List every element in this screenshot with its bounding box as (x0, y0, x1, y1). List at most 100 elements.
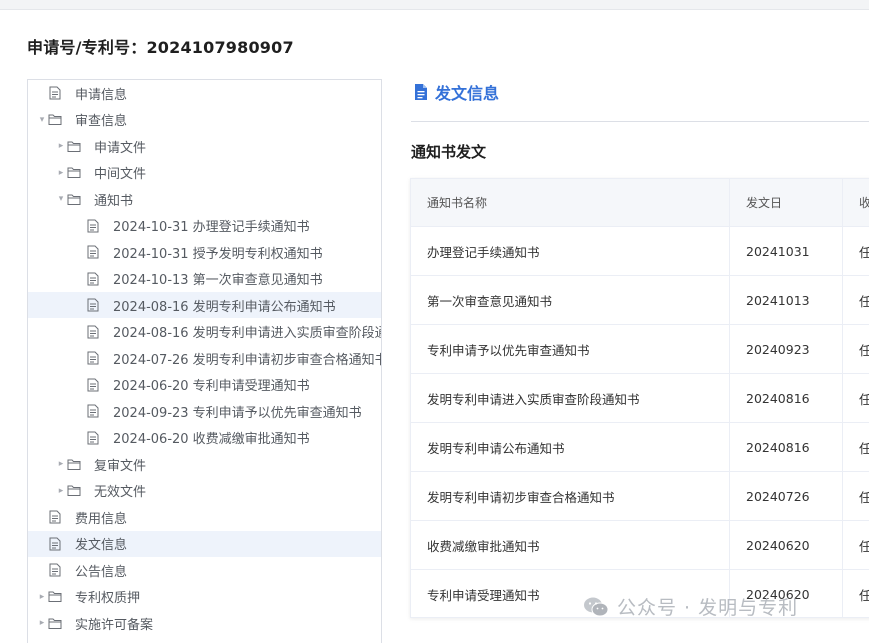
top-strip (0, 0, 869, 10)
page-title: 申请号/专利号：2024107980907 (27, 38, 294, 57)
tree-node-label: 公告信息 (75, 564, 128, 580)
tree-node[interactable]: ▸ 申请文件 (28, 133, 381, 159)
tree-node[interactable]: 2024-10-31 授予发明专利权通知书 (28, 239, 381, 265)
caret-down-icon[interactable]: ▾ (36, 115, 48, 125)
folder-icon (67, 484, 81, 498)
tree-node-label: 2024-10-31 授予发明专利权通知书 (113, 246, 323, 262)
tree-node[interactable]: 费用信息 (28, 504, 381, 530)
tree-node[interactable]: 2024-10-13 第一次审查意见通知书 (28, 266, 381, 292)
tree-node[interactable]: 2024-08-16 发明专利申请公布通知书 (28, 292, 381, 318)
watermark-text: 公众号 · 发明与专利 (617, 597, 799, 619)
issue-date-cell: 20240726 (730, 472, 843, 520)
tree-node[interactable]: 2024-07-26 发明专利申请初步审查合格通知书 (28, 345, 381, 371)
folder-icon (67, 139, 81, 153)
tree-node-label: 2024-10-31 办理登记手续通知书 (113, 220, 310, 235)
tree-node[interactable]: ▸ 专利权质押 (28, 584, 381, 610)
issue-date-cell: 20240620 (730, 521, 843, 569)
tree-node[interactable]: ▾ 审查信息 (28, 107, 381, 133)
tree-node-label: 申请文件 (94, 140, 147, 156)
recipient-cell: 任 (843, 570, 869, 617)
caret-right-icon[interactable]: ▸ (55, 168, 67, 178)
section-title: 发文信息 (435, 84, 500, 103)
folder-icon (48, 616, 62, 630)
tree-node[interactable]: 2024-10-31 办理登记手续通知书 (28, 213, 381, 239)
issue-date-cell: 20240923 (730, 325, 843, 373)
notice-name-cell: 收费减缴审批通知书 (411, 521, 730, 569)
tree-node[interactable]: 2024-06-20 专利申请受理通知书 (28, 372, 381, 398)
wechat-icon (583, 596, 609, 618)
file-icon (86, 219, 100, 233)
tree-node-label: 费用信息 (75, 511, 128, 527)
tree-node[interactable]: ▾ 通知书 (28, 186, 381, 212)
folder-icon (48, 113, 62, 127)
tree-node[interactable]: ▸ 复审文件 (28, 451, 381, 477)
table-row[interactable]: 收费减缴审批通知书20240620任 (411, 521, 869, 570)
caret-right-icon[interactable]: ▸ (55, 486, 67, 496)
column-header[interactable]: 通知书名称 (411, 179, 730, 226)
issue-date-cell: 20241031 (730, 227, 843, 275)
recipient-cell: 任 (843, 227, 869, 275)
notice-name-cell: 发明专利申请初步审查合格通知书 (411, 472, 730, 520)
issue-date-cell: 20240816 (730, 423, 843, 471)
tree-node[interactable]: 发文信息 (28, 530, 381, 557)
recipient-cell: 任 (843, 423, 869, 471)
tree-node[interactable]: 公告信息 (28, 557, 381, 583)
navigation-tree: 申请信息 ▾ 审查信息 ▸ 申请文件 ▸ 中间文件 ▾ 通知书 2024-10-31 办理登记手续… (27, 79, 382, 643)
tree-node[interactable]: 2024-08-16 发明专利申请进入实质审查阶段通知书 (28, 319, 381, 345)
file-icon (48, 563, 62, 577)
tree-node[interactable]: ▸ 无效文件 (28, 478, 381, 504)
caret-right-icon[interactable]: ▸ (36, 618, 48, 628)
file-icon (86, 431, 100, 445)
tree-node[interactable]: 2024-09-23 专利申请予以优先审查通知书 (28, 398, 381, 424)
file-icon (86, 272, 100, 286)
issue-date-cell: 20241013 (730, 276, 843, 324)
caret-right-icon[interactable]: ▸ (55, 459, 67, 469)
table-row[interactable]: 第一次审查意见通知书20241013任 (411, 276, 869, 325)
tree-node-label: 通知书 (94, 193, 134, 209)
table-row[interactable]: 办理登记手续通知书20241031任 (411, 227, 869, 276)
table-row[interactable]: 发明专利申请初步审查合格通知书20240726任 (411, 472, 869, 521)
table-row[interactable]: 发明专利申请公布通知书20240816任 (411, 423, 869, 472)
tree-node-label: 中间文件 (94, 167, 147, 182)
tree-node-label: 2024-08-16 发明专利申请进入实质审查阶段通知书 (113, 326, 381, 341)
tree-node-label: 审查信息 (75, 114, 128, 129)
notice-name-cell: 第一次审查意见通知书 (411, 276, 730, 324)
caret-down-icon[interactable]: ▾ (55, 194, 67, 204)
file-icon (48, 86, 62, 100)
table-row[interactable]: 发明专利申请进入实质审查阶段通知书20240816任 (411, 374, 869, 423)
tree-node-label: 2024-08-16 发明专利申请公布通知书 (113, 299, 336, 315)
notice-name-cell: 专利申请予以优先审查通知书 (411, 325, 730, 373)
tree-node-label: 发文信息 (75, 538, 128, 553)
tree-node[interactable]: ▸ 中间文件 (28, 160, 381, 186)
tree-node[interactable]: 2024-06-20 收费减缴审批通知书 (28, 425, 381, 451)
tree-node-label: 2024-10-13 第一次审查意见通知书 (113, 273, 323, 288)
file-icon (86, 245, 100, 259)
notice-name-cell: 发明专利申请进入实质审查阶段通知书 (411, 374, 730, 422)
tree-node-label: 2024-06-20 收费减缴审批通知书 (113, 432, 310, 447)
watermark: 公众号 · 发明与专利 (583, 593, 798, 620)
recipient-cell: 任 (843, 325, 869, 373)
document-icon (414, 83, 428, 101)
folder-icon (67, 166, 81, 180)
column-header[interactable]: 收 (843, 179, 869, 226)
folder-icon (48, 590, 62, 604)
tree-node-label: 2024-09-23 专利申请予以优先审查通知书 (113, 405, 362, 421)
file-icon (86, 298, 100, 312)
caret-right-icon[interactable]: ▸ (36, 592, 48, 602)
issue-date-cell: 20240816 (730, 374, 843, 422)
recipient-cell: 任 (843, 374, 869, 422)
tree-node-label: 2024-07-26 发明专利申请初步审查合格通知书 (113, 352, 381, 368)
tree-node-label: 复审文件 (94, 458, 147, 474)
file-icon (86, 351, 100, 365)
tree-node-label: 无效文件 (94, 485, 147, 500)
notice-name-cell: 办理登记手续通知书 (411, 227, 730, 275)
file-icon (48, 510, 62, 524)
recipient-cell: 任 (843, 472, 869, 520)
table-row[interactable]: 专利申请予以优先审查通知书20240923任 (411, 325, 869, 374)
column-header[interactable]: 发文日 (730, 179, 843, 226)
tree-node[interactable]: ▸ 实施许可备案 (28, 610, 381, 636)
tree-node[interactable]: 申请信息 (28, 80, 381, 106)
caret-right-icon[interactable]: ▸ (55, 141, 67, 151)
table-header-row: 通知书名称发文日收 (411, 179, 869, 227)
file-icon (48, 537, 62, 551)
